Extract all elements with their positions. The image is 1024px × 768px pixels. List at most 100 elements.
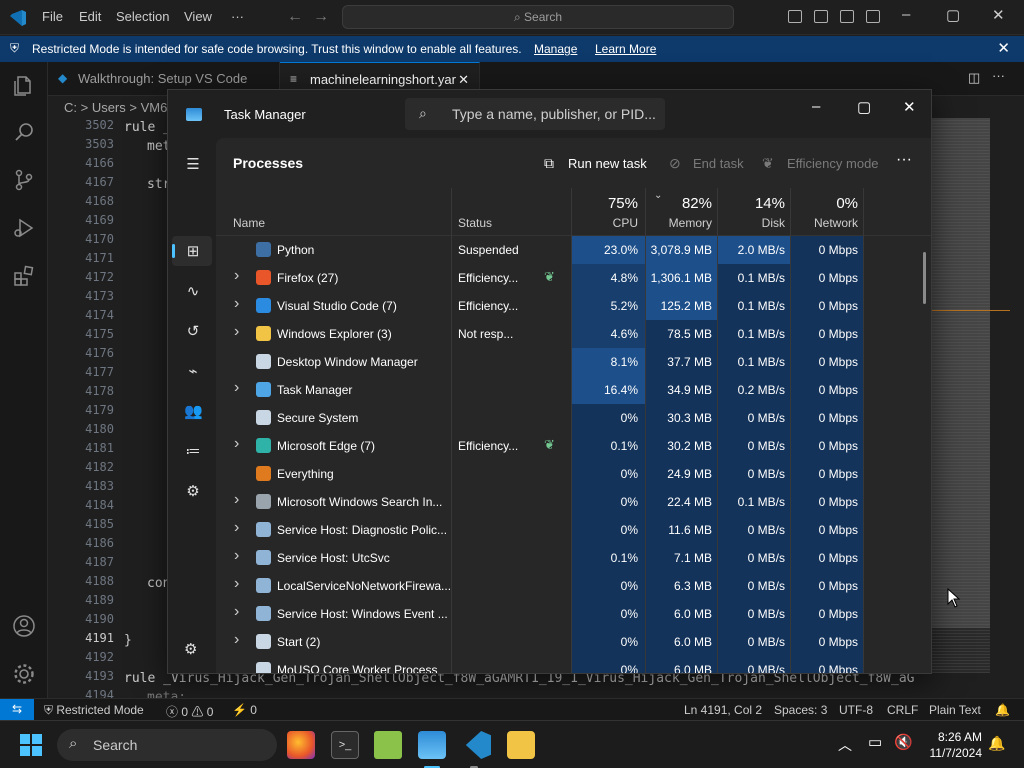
expand-chevron-icon[interactable]: › [234, 575, 239, 593]
services-icon[interactable]: ⚙ [184, 482, 202, 500]
settings-gear-icon[interactable]: ⚙ [184, 640, 197, 658]
encoding-status[interactable]: UTF-8 [839, 703, 873, 717]
process-row[interactable]: › Task Manager 16.4% 34.9 MB 0.2 MB/s 0 Mbps [216, 376, 931, 404]
expand-chevron-icon[interactable]: › [234, 547, 239, 565]
split-editor-icon[interactable]: ◫ [968, 70, 980, 86]
col-memory[interactable]: Memory [646, 216, 712, 230]
volume-muted-icon[interactable]: 🔇 [894, 733, 913, 751]
more-actions-icon[interactable]: ··· [992, 68, 1005, 83]
extensions-icon[interactable] [12, 264, 36, 288]
learn-more-link[interactable]: Learn More [595, 42, 656, 56]
tm-close-icon[interactable]: ✕ [903, 98, 916, 116]
ports-status[interactable]: ⚡ 0 [232, 703, 257, 717]
terminal-icon[interactable]: >_ [331, 731, 359, 759]
breadcrumb[interactable]: C: > Users > VM6 [64, 100, 167, 115]
menu-file[interactable]: File [42, 9, 63, 24]
process-row[interactable]: › Service Host: Windows Event ... 0% 6.0 MB… [216, 600, 931, 628]
network-icon[interactable]: ▭ [868, 733, 882, 751]
search-icon[interactable] [12, 120, 36, 144]
banner-close-icon[interactable]: ✕ [997, 39, 1010, 57]
process-row[interactable]: › Service Host: Diagnostic Polic... 0% 11.6… [216, 516, 931, 544]
vscode-icon[interactable] [465, 731, 491, 759]
process-row[interactable]: Desktop Window Manager 8.1% 37.7 MB 0.1 MB/… [216, 348, 931, 376]
notifications-bell-icon[interactable]: 🔔 [995, 703, 1010, 717]
process-row[interactable]: Everything 0% 24.9 MB 0 MB/s 0 Mbps [216, 460, 931, 488]
run-debug-icon[interactable] [12, 216, 36, 240]
show-hidden-icons-icon[interactable]: ︿ [838, 735, 852, 755]
account-icon[interactable] [12, 614, 36, 638]
col-status[interactable]: Status [458, 216, 492, 230]
users-icon[interactable]: 👥 [184, 402, 203, 420]
end-task-button[interactable]: ⊘ End task [669, 155, 744, 171]
indentation-status[interactable]: Spaces: 3 [774, 703, 827, 717]
process-row[interactable]: › Service Host: UtcSvc 0.1% 7.1 MB 0 MB/s 0 M… [216, 544, 931, 572]
expand-chevron-icon[interactable]: › [234, 435, 239, 453]
manage-gear-icon[interactable] [12, 662, 36, 686]
minimap-slider[interactable] [932, 118, 990, 628]
forward-arrow-icon[interactable]: → [313, 8, 329, 26]
notepad-icon[interactable] [374, 731, 402, 759]
language-status[interactable]: Plain Text [929, 703, 981, 717]
process-row[interactable]: Secure System 0% 30.3 MB 0 MB/s 0 Mbps [216, 404, 931, 432]
menu-edit[interactable]: Edit [79, 9, 101, 24]
back-arrow-icon[interactable]: ← [287, 8, 303, 26]
process-row[interactable]: › Visual Studio Code (7) Efficiency... 5.2%… [216, 292, 931, 320]
windows-start-icon[interactable] [20, 734, 42, 756]
minimize-icon[interactable]: – [902, 6, 910, 23]
process-row[interactable]: › Start (2) 0% 6.0 MB 0 MB/s 0 Mbps [216, 628, 931, 656]
source-control-icon[interactable] [12, 168, 36, 192]
col-name[interactable]: Name [233, 216, 265, 230]
startup-apps-icon[interactable]: ⌁ [184, 362, 202, 380]
file-explorer-icon[interactable] [507, 731, 535, 759]
toggle-panel-icon[interactable] [814, 10, 828, 23]
process-row[interactable]: › LocalServiceNoNetworkFirewa... 0% 6.3 MB 0… [216, 572, 931, 600]
expand-chevron-icon[interactable]: › [234, 603, 239, 621]
menu-more[interactable]: ··· [231, 9, 244, 24]
more-options-button[interactable]: ··· [896, 151, 912, 169]
process-row[interactable]: › Windows Explorer (3) Not resp... 4.6% 78.5… [216, 320, 931, 348]
firefox-icon[interactable] [287, 731, 315, 759]
col-network[interactable]: Network [794, 216, 858, 230]
tm-maximize-icon[interactable]: ▢ [857, 98, 871, 116]
tm-minimize-icon[interactable]: – [812, 98, 820, 115]
customize-layout-icon[interactable] [866, 10, 880, 23]
expand-chevron-icon[interactable]: › [234, 267, 239, 285]
cursor-position[interactable]: Ln 4191, Col 2 [684, 703, 762, 717]
expand-chevron-icon[interactable]: › [234, 295, 239, 313]
process-row[interactable]: › Microsoft Edge (7) Efficiency... 0.1% 30.2… [216, 432, 931, 460]
taskbar-clock[interactable]: 8:26 AM 11/7/2024 [920, 729, 983, 761]
maximize-icon[interactable]: ▢ [946, 6, 960, 24]
toggle-sidebar-icon[interactable] [788, 10, 802, 23]
details-icon[interactable]: ≔ [184, 442, 202, 460]
menu-view[interactable]: View [184, 9, 212, 24]
remote-indicator-icon[interactable]: ⇆ [0, 699, 34, 721]
col-cpu[interactable]: CPU [576, 216, 638, 230]
process-row[interactable]: MoUSO Core Worker Process 0% 6.0 MB 0 MB/s 0… [216, 656, 931, 673]
process-search-input[interactable]: ⌕ Type a name, publisher, or PID... [405, 98, 665, 130]
toggle-secondary-sidebar-icon[interactable] [840, 10, 854, 23]
col-disk[interactable]: Disk [721, 216, 785, 230]
command-center-search[interactable]: ⌕ Search [342, 5, 734, 29]
efficiency-mode-button[interactable]: ❦ Efficiency mode [762, 155, 879, 171]
process-row[interactable]: Python Suspended 23.0% 3,078.9 MB 2.0 MB/s 0 … [216, 236, 931, 264]
process-row[interactable]: › Microsoft Windows Search In... 0% 22.4 MB… [216, 488, 931, 516]
menu-selection[interactable]: Selection [116, 9, 169, 24]
processes-icon[interactable]: ⊞ [184, 242, 202, 260]
expand-chevron-icon[interactable]: › [234, 519, 239, 537]
taskbar-search[interactable]: ⌕ Search [57, 729, 277, 761]
problems-status[interactable]: ⓧ 0 ⚠ 0 [166, 703, 213, 720]
expand-chevron-icon[interactable]: › [234, 631, 239, 649]
restricted-mode-status[interactable]: ⛨ Restricted Mode [44, 703, 144, 718]
process-list-scrollbar[interactable] [923, 252, 926, 304]
explorer-icon[interactable] [12, 74, 36, 98]
hamburger-menu-icon[interactable]: ☰ [184, 155, 202, 173]
eol-status[interactable]: CRLF [887, 703, 918, 717]
expand-chevron-icon[interactable]: › [234, 379, 239, 397]
expand-chevron-icon[interactable]: › [234, 323, 239, 341]
run-new-task-button[interactable]: ⧉ Run new task [544, 155, 647, 171]
app-history-icon[interactable]: ↺ [184, 322, 202, 340]
notification-bell-icon[interactable]: 🔔 [988, 735, 1005, 752]
taskmanager-icon[interactable] [418, 731, 446, 759]
close-icon[interactable]: ✕ [992, 6, 1005, 24]
process-row[interactable]: › Firefox (27) Efficiency... 4.8% 1,306.1 MB… [216, 264, 931, 292]
